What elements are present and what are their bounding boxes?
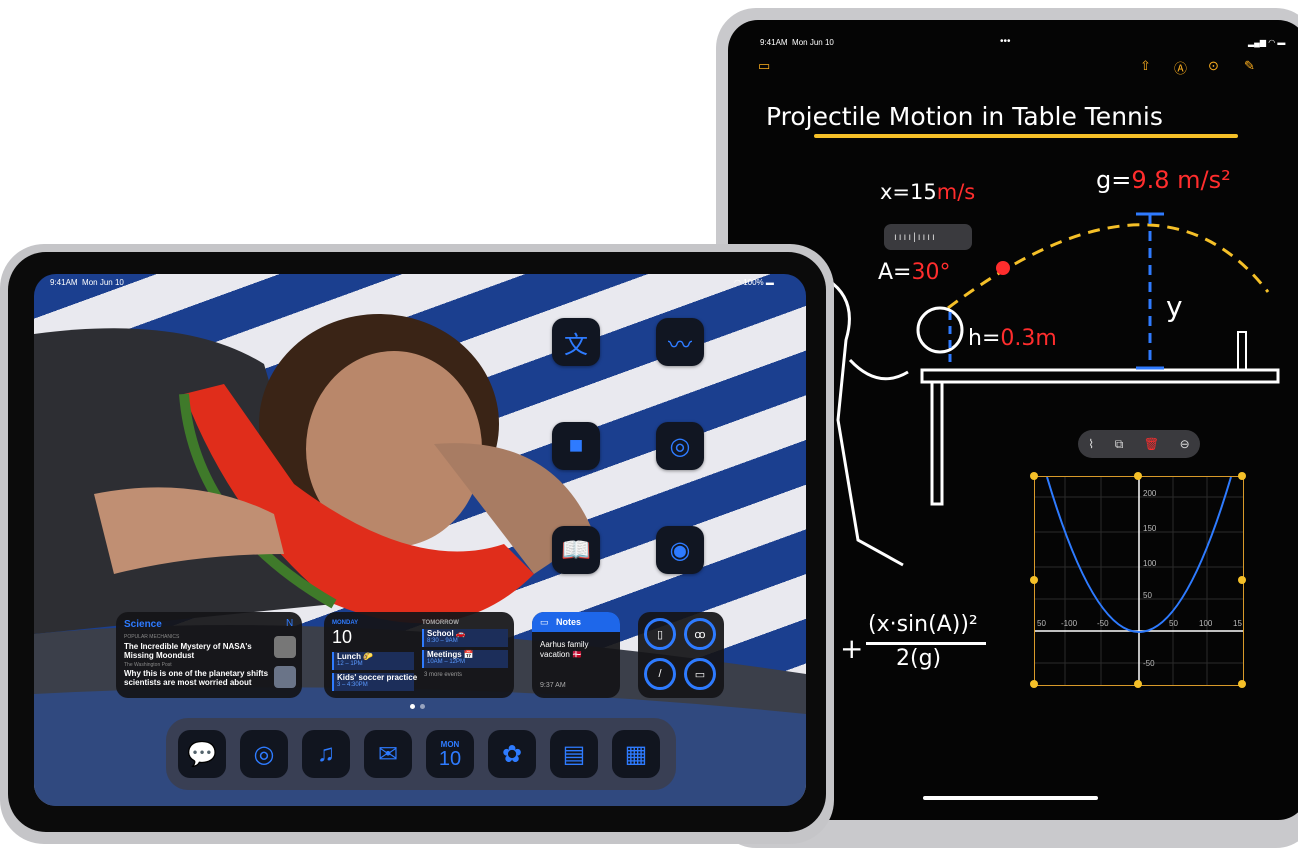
calendar-event[interactable]: Meetings 📅 10AM – 12PM <box>422 650 508 668</box>
calendar-today-num: 10 <box>332 627 353 647</box>
page-dot-active[interactable] <box>410 704 415 709</box>
news-category: Science <box>124 619 162 630</box>
ipad-battery-icon: ▯ <box>644 618 676 650</box>
notes-widget[interactable]: ▭ Notes Aarhus family vacation 🇩🇰 9:37 A… <box>532 612 620 698</box>
y-tick-200: 200 <box>1143 489 1157 498</box>
event-time: 8:30 – 9AM <box>427 638 458 644</box>
formula-numerator: (x·sin(A))² <box>868 612 978 637</box>
freeform-icon[interactable]: 〰 <box>656 318 704 366</box>
y-variable: y <box>1166 290 1183 323</box>
podcasts-icon[interactable]: ◉ <box>656 526 704 574</box>
news-thumbnail <box>274 666 296 688</box>
status-time: 9:41AM Mon Jun 10 <box>50 278 124 287</box>
case-battery-icon: ▭ <box>684 658 716 690</box>
fraction-bar <box>866 642 986 645</box>
photos-icon[interactable]: ✿ <box>488 730 536 778</box>
find-my-icon[interactable]: ◎ <box>656 422 704 470</box>
event-time: 10AM – 12PM <box>427 659 466 665</box>
messages-icon[interactable]: 💬 <box>178 730 226 778</box>
resize-handle[interactable] <box>1030 472 1038 480</box>
safari-icon[interactable]: ◎ <box>240 730 288 778</box>
resize-handle[interactable] <box>1134 680 1142 688</box>
parabola-graph[interactable]: 200 150 100 50 -50 50 -100 -50 50 100 15 <box>1034 476 1244 686</box>
h-variable: h=0.3m <box>968 326 1057 351</box>
folder-icon: ▭ <box>540 617 549 627</box>
resize-handle[interactable] <box>1238 576 1246 584</box>
page-dot[interactable] <box>420 704 425 709</box>
graph-icon[interactable]: ⌇ <box>1088 437 1094 451</box>
batteries-widget[interactable]: ▯ ꝏ / ▭ <box>638 612 724 698</box>
calendar-event[interactable]: School 🚗 8:30 – 9AM <box>422 629 508 647</box>
y-tick-neg50: -50 <box>1143 659 1155 668</box>
news-headline[interactable]: The Incredible Mystery of NASA's Missing… <box>124 642 264 660</box>
mail-icon[interactable]: ✉ <box>364 730 412 778</box>
x-tick-d: 50 <box>1169 619 1178 628</box>
minus-circle-icon[interactable]: ⊖ <box>1180 437 1190 451</box>
x-tick-b: -100 <box>1061 619 1078 628</box>
event-title: Lunch 🌮 <box>337 652 374 661</box>
resize-handle[interactable] <box>1030 576 1038 584</box>
books-icon[interactable]: 📖 <box>552 526 600 574</box>
calendar-widget[interactable]: MONDAY 10 Lunch 🌮 12 – 1PM Kids' soccer … <box>324 612 514 698</box>
facetime-icon[interactable]: ■ <box>552 422 600 470</box>
news-thumbnail <box>274 636 296 658</box>
y-tick-100: 100 <box>1143 559 1157 568</box>
x-tick-a: 50 <box>1037 619 1046 628</box>
wallet-icon[interactable]: ▤ <box>550 730 598 778</box>
resize-handle[interactable] <box>1238 472 1246 480</box>
x-tick-f: 15 <box>1233 619 1242 628</box>
app-library-icon[interactable]: ▦ <box>612 730 660 778</box>
graph-canvas <box>1035 476 1243 685</box>
calendar-more-events: 3 more events <box>424 672 463 678</box>
event-title: Meetings 📅 <box>427 650 474 659</box>
calendar-icon-day: 10 <box>438 747 462 770</box>
graph-toolbar: ⌇ ⧉ 🗑 ⊖ <box>1078 430 1200 458</box>
news-widget[interactable]: Science N POPULAR MECHANICS The Incredib… <box>116 612 302 698</box>
calendar-today-label: MONDAY <box>332 620 359 626</box>
translate-icon[interactable]: 文 <box>552 318 600 366</box>
calendar-icon[interactable]: MON 10 <box>426 730 474 778</box>
note-preview-time: 9:37 AM <box>540 682 566 689</box>
event-time: 3 – 4:30PM <box>337 682 368 688</box>
home-screen: 9:41AM Mon Jun 10 ◠ 100% ▬ 文 〰 ■ ◎ 📖 ◉ S… <box>34 274 806 806</box>
home-indicator[interactable] <box>923 796 1098 800</box>
resize-handle[interactable] <box>1238 680 1246 688</box>
pencil-battery-icon: / <box>644 658 676 690</box>
news-headline[interactable]: Why this is one of the planetary shifts … <box>124 669 274 687</box>
resize-handle[interactable] <box>1134 472 1142 480</box>
status-battery: ◠ 100% ▬ <box>734 278 774 287</box>
x-tick-c: -50 <box>1097 619 1109 628</box>
notes-widget-title: Notes <box>556 617 582 627</box>
formula-denominator: 2(g) <box>896 646 942 671</box>
calendar-event[interactable]: Kids' soccer practice 3 – 4:30PM <box>332 673 418 691</box>
music-icon[interactable]: ♫ <box>302 730 350 778</box>
y-tick-50: 50 <box>1143 591 1152 600</box>
news-icon: N <box>286 618 294 629</box>
y-tick-150: 150 <box>1143 524 1157 533</box>
event-title: School 🚗 <box>427 629 466 638</box>
formula-plus: + <box>840 632 864 665</box>
news-source: POPULAR MECHANICS <box>124 634 180 640</box>
trash-icon[interactable]: 🗑 <box>1144 437 1159 451</box>
event-title: Kids' soccer practice <box>337 673 418 682</box>
calendar-tomorrow-label: TOMORROW <box>422 620 459 626</box>
duplicate-icon[interactable]: ⧉ <box>1115 437 1124 452</box>
x-tick-e: 100 <box>1199 619 1213 628</box>
resize-handle[interactable] <box>1030 680 1038 688</box>
event-time: 12 – 1PM <box>337 661 363 667</box>
notes-widget-header: ▭ Notes <box>532 612 620 632</box>
airpods-battery-icon: ꝏ <box>684 618 716 650</box>
news-source: The Washington Post <box>124 662 172 668</box>
calendar-event[interactable]: Lunch 🌮 12 – 1PM <box>332 652 414 670</box>
note-preview-title: Aarhus family vacation 🇩🇰 <box>540 640 589 659</box>
